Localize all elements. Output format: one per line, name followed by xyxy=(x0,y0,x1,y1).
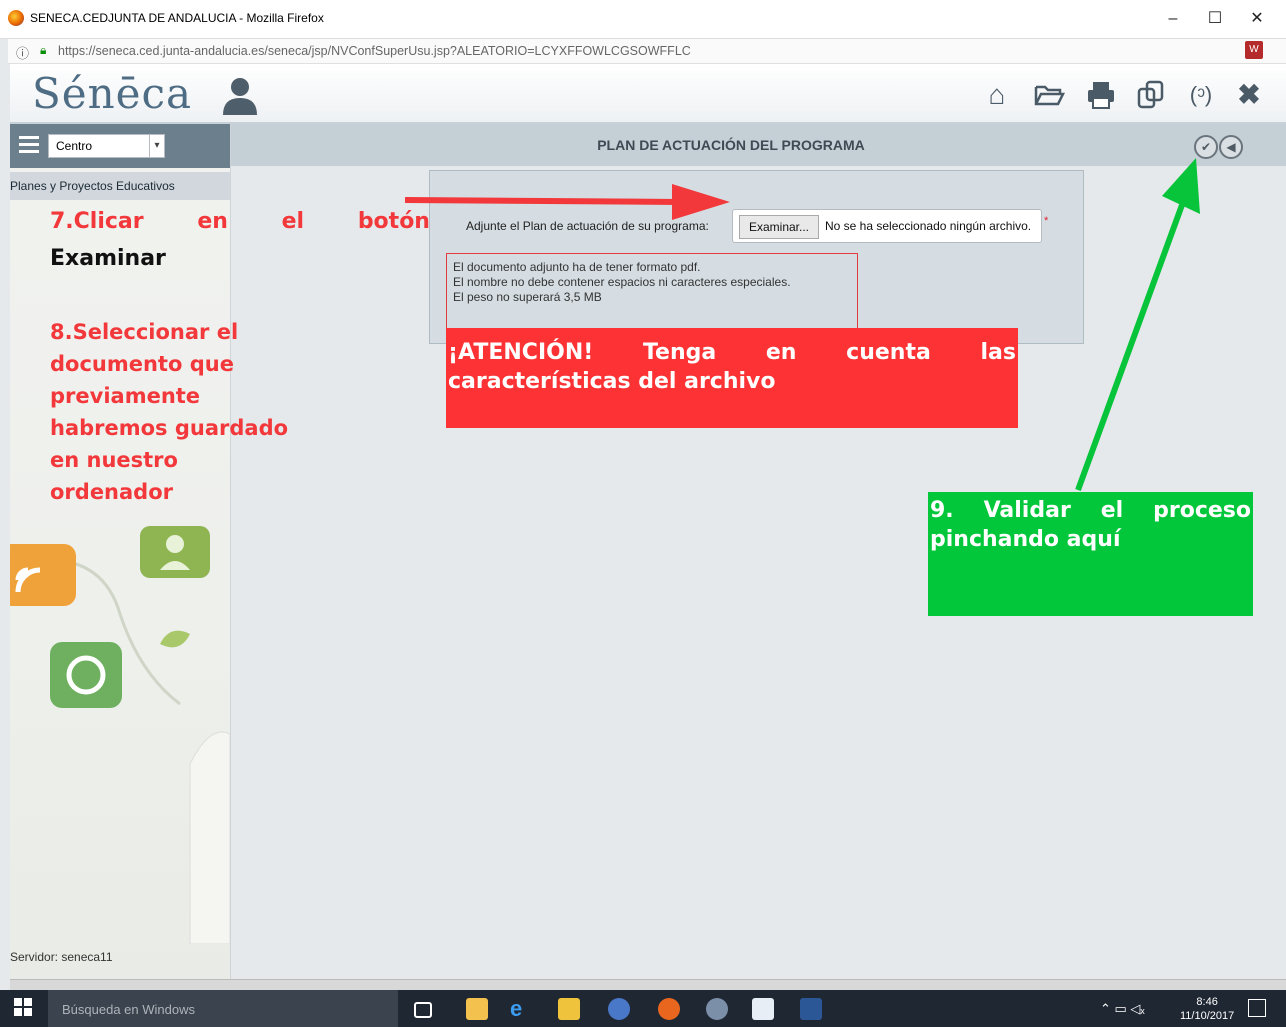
annotation-line: ordenador xyxy=(50,480,173,504)
file-input[interactable]: Examinar... No se ha seleccionado ningún… xyxy=(732,209,1042,243)
print-icon[interactable] xyxy=(1084,78,1118,112)
windows-taskbar: Búsqueda en Windows e ⌃ ▭ ◁ₓ 8:46 11/10/… xyxy=(0,990,1286,1027)
folder-open-icon[interactable] xyxy=(1032,78,1066,112)
window-titlebar: SENECA.CEDJUNTA DE ANDALUCIA - Mozilla F… xyxy=(0,0,1286,39)
firefox-taskbar-icon[interactable] xyxy=(658,998,680,1020)
task-view-icon[interactable] xyxy=(414,1002,432,1018)
annotation-word: Tenga xyxy=(642,340,717,365)
annotation-attention: ¡ATENCIÓN! Tenga en cuenta las caracterí… xyxy=(446,328,1018,428)
word-icon[interactable] xyxy=(800,998,822,1020)
phone-icon[interactable]: (ᵓ) xyxy=(1184,78,1218,112)
taskbar-search[interactable]: Búsqueda en Windows xyxy=(48,990,398,1027)
clock-date: 11/10/2017 xyxy=(1180,1010,1235,1022)
annotation-examinar: Examinar xyxy=(50,246,166,271)
annotation-word: en xyxy=(765,340,797,365)
sidebar-item-planes[interactable]: Planes y Proyectos Educativos xyxy=(10,172,230,200)
green-arrow xyxy=(1075,158,1200,492)
annotation-line: documento que xyxy=(50,352,234,376)
server-label: Servidor: seneca11 xyxy=(10,950,113,964)
file-requirements-box: El documento adjunto ha de tener formato… xyxy=(446,253,858,331)
no-file-text: No se ha seleccionado ningún archivo. xyxy=(825,219,1032,233)
notifications-icon[interactable] xyxy=(1248,999,1266,1017)
sticky-notes-icon[interactable] xyxy=(558,998,580,1020)
annotation-word: Validar xyxy=(983,498,1071,523)
note-line: El nombre no debe contener espacios ni c… xyxy=(453,275,791,289)
annotation-word: 9. xyxy=(930,498,954,523)
taskbar-search-text: Búsqueda en Windows xyxy=(62,1002,195,1017)
app-icon[interactable] xyxy=(608,998,630,1020)
centro-select-value: Centro xyxy=(56,139,93,153)
annotation-line: 8.Seleccionar el xyxy=(50,320,239,344)
maximize-button[interactable]: ☐ xyxy=(1198,6,1232,32)
centro-select[interactable]: Centro ▾ xyxy=(48,134,165,158)
validate-check-icon[interactable]: ✔ xyxy=(1194,135,1218,159)
hamburger-menu-icon[interactable] xyxy=(19,136,39,154)
page-title: PLAN DE ACTUACIÓN DEL PROGRAMA xyxy=(597,137,865,153)
word-statusbar xyxy=(10,979,1286,990)
url-text[interactable]: https://seneca.ced.junta-andalucia.es/se… xyxy=(58,44,691,58)
addon-shield-icon[interactable]: W xyxy=(1245,41,1263,59)
attach-label: Adjunte el Plan de actuación de su progr… xyxy=(466,219,709,233)
content-titlebar: PLAN DE ACTUACIÓN DEL PROGRAMA ✔ ◀ xyxy=(231,124,1286,166)
annotation-word: cuenta xyxy=(846,340,931,365)
annotation-step8: 8.Seleccionar el documento que previamen… xyxy=(50,316,350,508)
windows-start-icon[interactable] xyxy=(14,998,34,1018)
decorative-illustration xyxy=(10,526,230,944)
annotation-step7: 7.Clicar en el botón Examinar xyxy=(50,209,430,271)
annotation-line: características del archivo xyxy=(448,369,776,394)
annotation-word: proceso xyxy=(1153,498,1251,523)
attach-form-panel: Adjunte el Plan de actuación de su progr… xyxy=(429,170,1084,344)
required-mark: * xyxy=(1044,215,1049,227)
minimize-button[interactable]: – xyxy=(1156,6,1190,32)
close-icon[interactable]: ✖ xyxy=(1232,78,1266,112)
annotation-line: pinchando aquí xyxy=(930,527,1121,552)
paint-icon[interactable] xyxy=(706,998,728,1020)
annotation-word: ¡ATENCIÓN! xyxy=(448,340,594,365)
edge-icon[interactable]: e xyxy=(510,998,532,1020)
document-icon[interactable] xyxy=(752,998,774,1020)
url-bar[interactable]: ⓘ 🔒︎ https://seneca.ced.junta-andalucia.… xyxy=(8,39,1286,64)
annotation-word: en xyxy=(197,209,228,234)
app-header: Sénēca ⌂ (ᵓ) ✖ xyxy=(10,64,1286,125)
annotation-line: en nuestro xyxy=(50,448,178,472)
sidebar-toolbar: Centro ▾ xyxy=(10,124,230,168)
seneca-logo: Sénēca xyxy=(32,69,193,118)
chevron-down-icon[interactable]: ▾ xyxy=(149,135,164,157)
annotation-word: las xyxy=(980,340,1016,365)
copy-icon[interactable] xyxy=(1134,78,1168,112)
annotation-word: el xyxy=(281,209,305,234)
window-title: SENECA.CEDJUNTA DE ANDALUCIA - Mozilla F… xyxy=(30,11,324,25)
clock-time: 8:46 xyxy=(1196,996,1218,1008)
annotation-step9: 9. Validar el proceso pinchando aquí xyxy=(928,492,1253,616)
user-icon[interactable] xyxy=(220,76,260,116)
annotation-word: el xyxy=(1100,498,1124,523)
home-icon[interactable]: ⌂ xyxy=(980,78,1014,112)
file-explorer-icon[interactable] xyxy=(466,998,488,1020)
system-tray[interactable]: ⌃ ▭ ◁ₓ xyxy=(1100,1001,1145,1017)
clock[interactable]: 8:46 11/10/2017 xyxy=(1180,995,1234,1023)
annotation-line: previamente xyxy=(50,384,201,408)
info-icon[interactable]: ⓘ xyxy=(16,43,29,62)
note-line: El documento adjunto ha de tener formato… xyxy=(453,260,701,274)
browse-button[interactable]: Examinar... xyxy=(739,215,819,239)
annotation-word: 7.Clicar xyxy=(50,209,144,234)
note-line: El peso no superará 3,5 MB xyxy=(453,290,602,304)
firefox-icon xyxy=(8,10,24,26)
annotation-word: botón xyxy=(357,209,430,234)
back-arrow-icon[interactable]: ◀ xyxy=(1219,135,1243,159)
annotation-line: habremos guardado xyxy=(50,416,289,440)
lock-icon: 🔒︎ xyxy=(40,43,47,57)
close-window-button[interactable]: ✕ xyxy=(1240,6,1274,32)
